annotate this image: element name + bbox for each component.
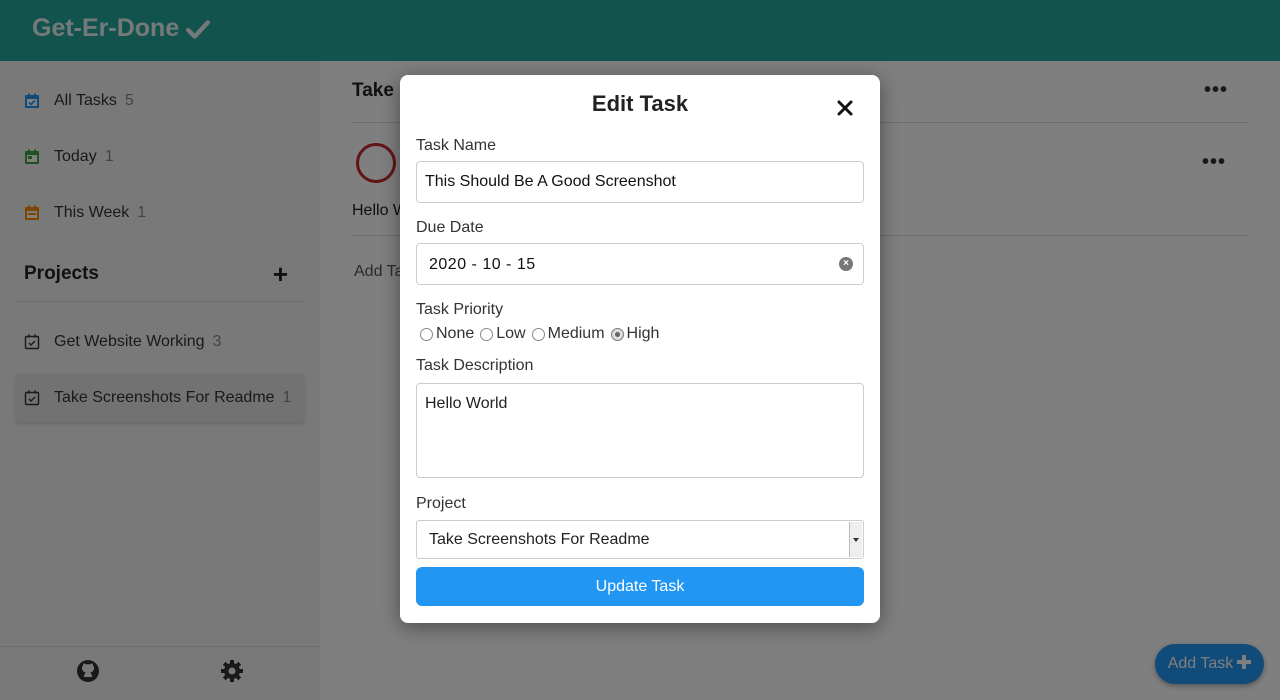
- description-label: Task Description: [416, 357, 534, 374]
- update-task-button[interactable]: Update Task: [416, 567, 864, 606]
- due-date-value: 2020 - 10 - 15: [429, 256, 536, 273]
- task-description-textarea[interactable]: Hello World: [416, 383, 864, 478]
- radio-label: High: [626, 325, 660, 342]
- radio-button[interactable]: [420, 327, 433, 341]
- task-name-input[interactable]: This Should Be A Good Screenshot: [416, 161, 864, 203]
- project-label: Project: [416, 495, 466, 512]
- task-name-label: Task Name: [416, 137, 497, 154]
- priority-low-option[interactable]: Low: [480, 325, 526, 343]
- priority-medium-option[interactable]: Medium: [531, 325, 605, 343]
- due-date-input[interactable]: 2020 - 10 - 15 ×: [416, 243, 864, 285]
- radio-button[interactable]: [531, 327, 545, 341]
- due-date-label: Due Date: [416, 219, 484, 236]
- priority-none-option[interactable]: None: [420, 325, 474, 343]
- project-select[interactable]: Take Screenshots For Readme: [416, 520, 864, 559]
- modal-title: Edit Task: [591, 91, 689, 116]
- radio-label: Low: [496, 325, 526, 342]
- project-select-value: Take Screenshots For Readme: [429, 531, 650, 548]
- priority-high-option[interactable]: High: [610, 325, 660, 343]
- chevron-down-icon[interactable]: [849, 522, 862, 557]
- priority-radio-group: None Low Medium High: [420, 325, 665, 343]
- edit-task-modal: Edit Task Task Name This Should Be A Goo…: [400, 75, 880, 623]
- radio-label: None: [436, 325, 475, 342]
- clear-date-icon[interactable]: ×: [839, 257, 853, 271]
- radio-button[interactable]: [480, 327, 494, 341]
- priority-label: Task Priority: [416, 301, 504, 318]
- radio-button-selected[interactable]: [610, 327, 624, 341]
- radio-label: Medium: [547, 325, 605, 342]
- close-icon[interactable]: [834, 97, 856, 119]
